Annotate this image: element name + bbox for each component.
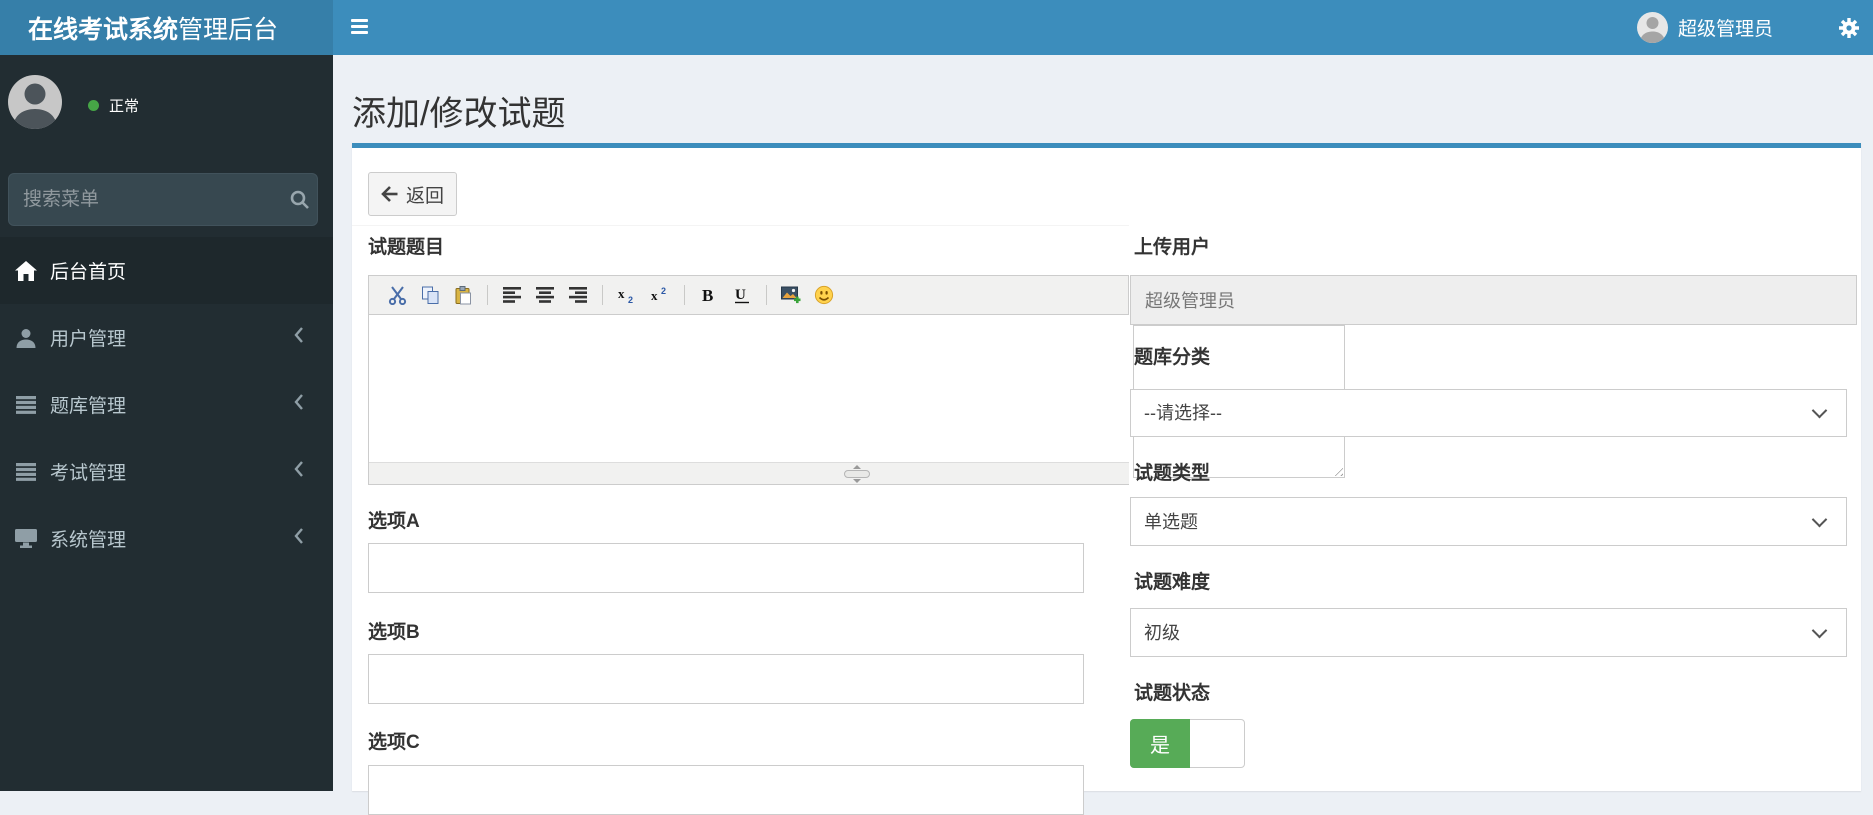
category-select[interactable]: --请选择-- [1130, 389, 1847, 437]
user-status: 正常 [88, 95, 139, 116]
qtype-label: 试题类型 [1134, 463, 1211, 484]
online-dot-icon [88, 100, 99, 111]
desktop-icon [14, 529, 38, 548]
option-c-input[interactable] [368, 765, 1084, 815]
editor-resize-handle[interactable] [843, 464, 870, 483]
paste-icon[interactable] [452, 284, 474, 306]
search-input[interactable] [9, 188, 282, 211]
option-a-label: 选项A [368, 511, 420, 532]
sidebar-item-label: 考试管理 [50, 463, 127, 484]
cut-icon[interactable] [386, 284, 408, 306]
home-icon [14, 260, 38, 281]
sidebar-item-label: 用户管理 [50, 329, 127, 350]
svg-text:U: U [735, 287, 746, 303]
option-a-input[interactable] [368, 543, 1084, 593]
upload-user-input[interactable] [1130, 275, 1857, 325]
chevron-left-icon [293, 527, 305, 551]
page-title: 添加/修改试题 [352, 95, 566, 133]
option-c-label: 选项C [368, 732, 420, 753]
underline-icon[interactable]: U [731, 284, 753, 306]
emoticon-icon[interactable] [813, 284, 835, 306]
insert-image-icon[interactable] [780, 284, 802, 306]
toggle-on-segment: 是 [1130, 719, 1190, 768]
chevron-left-icon [293, 393, 305, 417]
back-button-label: 返回 [405, 185, 444, 207]
category-select-wrap: --请选择-- [1130, 389, 1847, 437]
status-toggle[interactable]: 是 [1130, 719, 1245, 768]
sidebar-item-home[interactable]: 后台首页 [0, 237, 333, 304]
sidebar-item-users[interactable]: 用户管理 [0, 304, 333, 371]
svg-text:x: x [618, 286, 625, 301]
sidebar-item-label: 题库管理 [50, 396, 127, 417]
brand-logo[interactable]: 在线考试系统 管理后台 [0, 0, 333, 55]
chevron-left-icon [293, 460, 305, 484]
toolbar-separator [766, 285, 767, 305]
option-b-label: 选项B [368, 622, 420, 643]
gear-icon[interactable] [1837, 16, 1861, 40]
user-icon [14, 328, 38, 348]
svg-text:B: B [702, 286, 713, 305]
status-label: 试题状态 [1134, 683, 1211, 704]
sidebar-item-label: 后台首页 [50, 262, 127, 283]
option-b-input[interactable] [368, 654, 1084, 704]
list-icon [14, 462, 38, 481]
copy-icon[interactable] [419, 284, 441, 306]
textarea-resize-grip-icon[interactable] [1331, 464, 1343, 476]
user-name: 超级管理员 [1677, 19, 1773, 40]
list-icon [14, 395, 38, 414]
sidebar-item-system[interactable]: 系统管理 [0, 505, 333, 572]
difficulty-select-wrap: 初级 [1130, 608, 1847, 657]
sidebar: 正常 后台首页 用户管理 题库管理 [0, 55, 333, 791]
toolbar-separator [684, 285, 685, 305]
sidebar-item-exams[interactable]: 考试管理 [0, 438, 333, 505]
user-menu[interactable]: 超级管理员 [1636, 0, 1773, 55]
superscript-icon[interactable]: x2 [649, 284, 671, 306]
category-label: 题库分类 [1134, 347, 1211, 368]
sidebar-menu: 后台首页 用户管理 题库管理 考试管理 系统管理 [0, 237, 333, 572]
chevron-left-icon [293, 326, 305, 350]
sidebar-avatar [8, 75, 62, 129]
sidebar-item-label: 系统管理 [50, 530, 127, 551]
sidebar-search [8, 173, 318, 226]
arrow-left-icon [381, 186, 398, 202]
align-center-icon[interactable] [534, 284, 556, 306]
user-avatar-icon [1636, 12, 1668, 43]
brand-bold: 在线考试系统 [28, 15, 179, 44]
toolbar-separator [487, 285, 488, 305]
bold-icon[interactable]: B [698, 284, 720, 306]
subscript-icon[interactable]: x2 [616, 284, 638, 306]
align-left-icon[interactable] [501, 284, 523, 306]
align-right-icon[interactable] [567, 284, 589, 306]
panel-header: 返回 [352, 153, 1861, 226]
toolbar-separator [602, 285, 603, 305]
search-icon[interactable] [282, 174, 317, 225]
upload-user-label: 上传用户 [1134, 237, 1211, 258]
top-navbar: 在线考试系统 管理后台 超级管理员 [0, 0, 1873, 55]
sidebar-item-question-bank[interactable]: 题库管理 [0, 371, 333, 438]
svg-text:2: 2 [628, 295, 633, 305]
svg-text:x: x [651, 288, 658, 303]
sidebar-toggle-icon[interactable] [351, 16, 373, 38]
back-button[interactable]: 返回 [368, 172, 457, 216]
question-title-label: 试题题目 [368, 237, 445, 258]
svg-text:2: 2 [661, 286, 666, 296]
status-label: 正常 [109, 98, 140, 115]
qtype-select-wrap: 单选题 [1130, 497, 1847, 546]
difficulty-select[interactable]: 初级 [1130, 608, 1847, 657]
brand-light: 管理后台 [178, 15, 279, 44]
difficulty-label: 试题难度 [1134, 572, 1211, 593]
editor-toolbar: x2 x2 B U [369, 276, 1129, 315]
qtype-select[interactable]: 单选题 [1130, 497, 1847, 546]
